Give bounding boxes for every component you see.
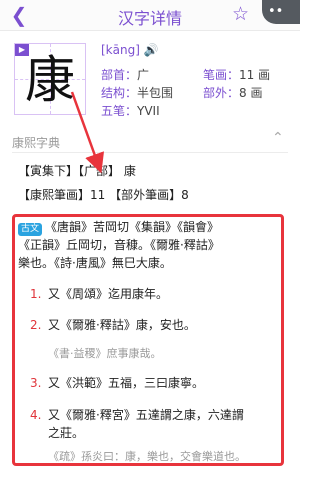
strokes-label: 笔画： — [203, 68, 240, 82]
strokes-row: 笔画：11 画 — [203, 66, 270, 83]
definition-item: 2. 又《爾雅·釋詁》康，安也。 — [30, 316, 284, 334]
outer-strokes-row: 部外：8 画 — [203, 84, 262, 101]
radical-label: 部首： — [101, 68, 138, 82]
kangxi-volume: 【寅集下】【广部】 康 — [18, 164, 136, 178]
character-box: ▶ 康 — [14, 43, 86, 115]
character-glyph: 康 — [25, 51, 75, 109]
structure-row: 结构：半包围 — [101, 84, 173, 101]
wubi-label: 五笔： — [101, 104, 138, 118]
more-icon: •• — [268, 4, 284, 19]
item-number: 1. — [30, 287, 42, 301]
source-citation: 《書·益稷》庶事康哉。 — [48, 347, 162, 360]
favorite-button[interactable]: ☆ — [232, 3, 249, 25]
source-citation: 《疏》孫炎曰：康，樂也，交會樂道也。 — [48, 450, 246, 463]
radical-row: 部首：广 — [101, 66, 149, 83]
outer-strokes-value: 8 画 — [239, 86, 263, 100]
intro-text-1: 《唐韻》苦岡切《集韻》《韻會》 — [45, 220, 220, 234]
radical-value: 广 — [137, 68, 150, 82]
kangxi-intro: 古文 《唐韻》苦岡切《集韻》《韻會》 《正韻》丘岡切，音穅。《爾雅·釋詁》 樂也。… — [18, 218, 282, 272]
item-number: 4. — [30, 408, 42, 422]
intro-line-2: 《正韻》丘岡切，音穅。《爾雅·釋詁》 — [18, 238, 220, 252]
intro-line-3: 樂也。《詩·唐風》無巳大康。 — [18, 256, 172, 270]
definition-item: 3. 又《洪範》五福，三曰康寧。 — [30, 374, 284, 392]
item-text: 又《爾雅·釋詁》康，安也。 — [48, 318, 196, 332]
divider — [12, 152, 288, 153]
definition-continuation: 之莊。 — [48, 426, 85, 440]
intro-line-1: 古文 《唐韻》苦岡切《集韻》《韻會》 — [18, 218, 282, 236]
app-header: ❮ 汉字详情 ☆ •• — [0, 0, 300, 31]
item-text: 又《洪範》五福，三曰康寧。 — [48, 376, 205, 390]
item-number: 2. — [30, 318, 42, 332]
chevron-up-icon: ⌃ — [272, 130, 284, 146]
definition-item: 1. 又《周頌》迄用康年。 — [30, 285, 284, 303]
kangxi-strokes: 【康熙筆画】11 【部外筆画】8 — [18, 188, 189, 202]
structure-value: 半包围 — [137, 86, 174, 100]
pinyin: [kāng] 🔊 — [101, 43, 159, 57]
speaker-icon[interactable]: 🔊 — [144, 43, 159, 57]
wubi-row: 五笔：YVII — [101, 102, 160, 119]
structure-label: 结构： — [101, 86, 138, 100]
strokes-value: 11 画 — [239, 68, 271, 82]
item-text: 又《爾雅·釋宮》五達謂之康，六達謂 — [48, 408, 244, 422]
section-title: 康熙字典 — [12, 136, 61, 150]
item-text: 又《周頌》迄用康年。 — [48, 287, 169, 301]
outer-strokes-label: 部外： — [203, 86, 240, 100]
star-icon: ☆ — [232, 3, 250, 25]
pinyin-text: [kāng] — [101, 43, 140, 57]
definition-item: 4. 又《爾雅·釋宮》五達謂之康，六達謂 — [30, 406, 284, 424]
collapse-button[interactable]: ⌃ — [272, 130, 284, 146]
wubi-value: YVII — [137, 104, 160, 118]
ancient-badge: 古文 — [18, 223, 43, 236]
page-title: 汉字详情 — [117, 9, 182, 28]
more-button[interactable]: •• — [262, 0, 300, 24]
item-number: 3. — [30, 376, 42, 390]
